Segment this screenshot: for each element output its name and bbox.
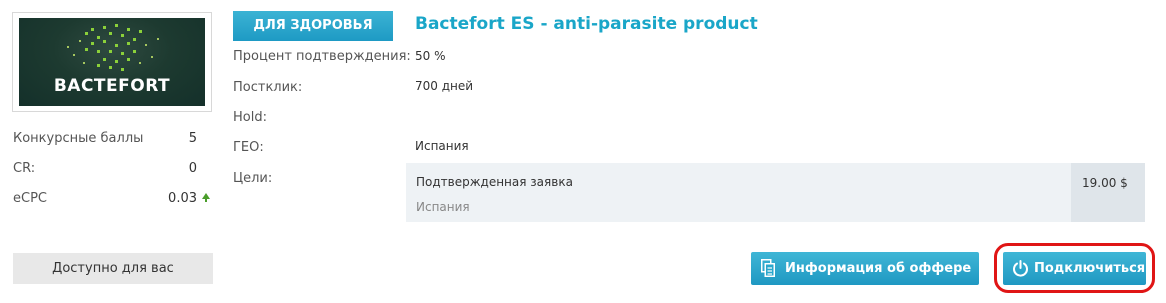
logo-image: BACTEFORT — [19, 18, 205, 106]
detail-value-geo: Испания — [415, 139, 469, 153]
stat-label-ecpc: eCPC — [13, 191, 47, 206]
goals-table: Подтвержденная заявка Испания 19.00 $ — [406, 163, 1145, 222]
goal-price-cell: 19.00 $ — [1071, 163, 1145, 222]
arrow-up-icon-stem — [205, 198, 207, 202]
document-copy-icon — [761, 259, 775, 277]
goal-geo: Испания — [416, 200, 470, 214]
logo-text: BACTEFORT — [53, 76, 171, 96]
detail-label-approval-rate: Процент подтверждения: — [233, 49, 411, 64]
stat-label-contest-points: Конкурсные баллы — [13, 131, 144, 146]
detail-value-approval-rate: 50 % — [415, 49, 446, 63]
product-logo: BACTEFORT — [12, 12, 212, 112]
offer-title[interactable]: Bactefort ES - anti-parasite product — [415, 14, 758, 34]
power-icon — [1013, 260, 1028, 277]
detail-label-goals: Цели: — [233, 171, 273, 186]
detail-label-geo: ГЕО: — [233, 140, 264, 155]
stat-value-cr: 0 — [188, 161, 197, 176]
stat-value-contest-points: 5 — [188, 131, 197, 146]
connect-button[interactable]: Подключиться — [1003, 252, 1146, 285]
goal-price: 19.00 $ — [1082, 176, 1128, 190]
detail-value-postclick: 700 дней — [415, 79, 474, 93]
stat-label-cr: CR: — [13, 161, 36, 176]
offer-info-button-label: Информация об оффере — [785, 261, 972, 276]
availability-status: Доступно для вас — [13, 253, 213, 284]
stat-value-ecpc: 0.03 — [168, 191, 197, 206]
connect-button-label: Подключиться — [1034, 261, 1146, 276]
detail-label-postclick: Постклик: — [233, 80, 303, 95]
detail-label-hold: Hold: — [233, 110, 267, 125]
goal-name: Подтвержденная заявка — [416, 175, 573, 189]
offer-info-button[interactable]: Информация об оффере — [751, 252, 979, 285]
category-badge[interactable]: ДЛЯ ЗДОРОВЬЯ — [233, 11, 393, 41]
